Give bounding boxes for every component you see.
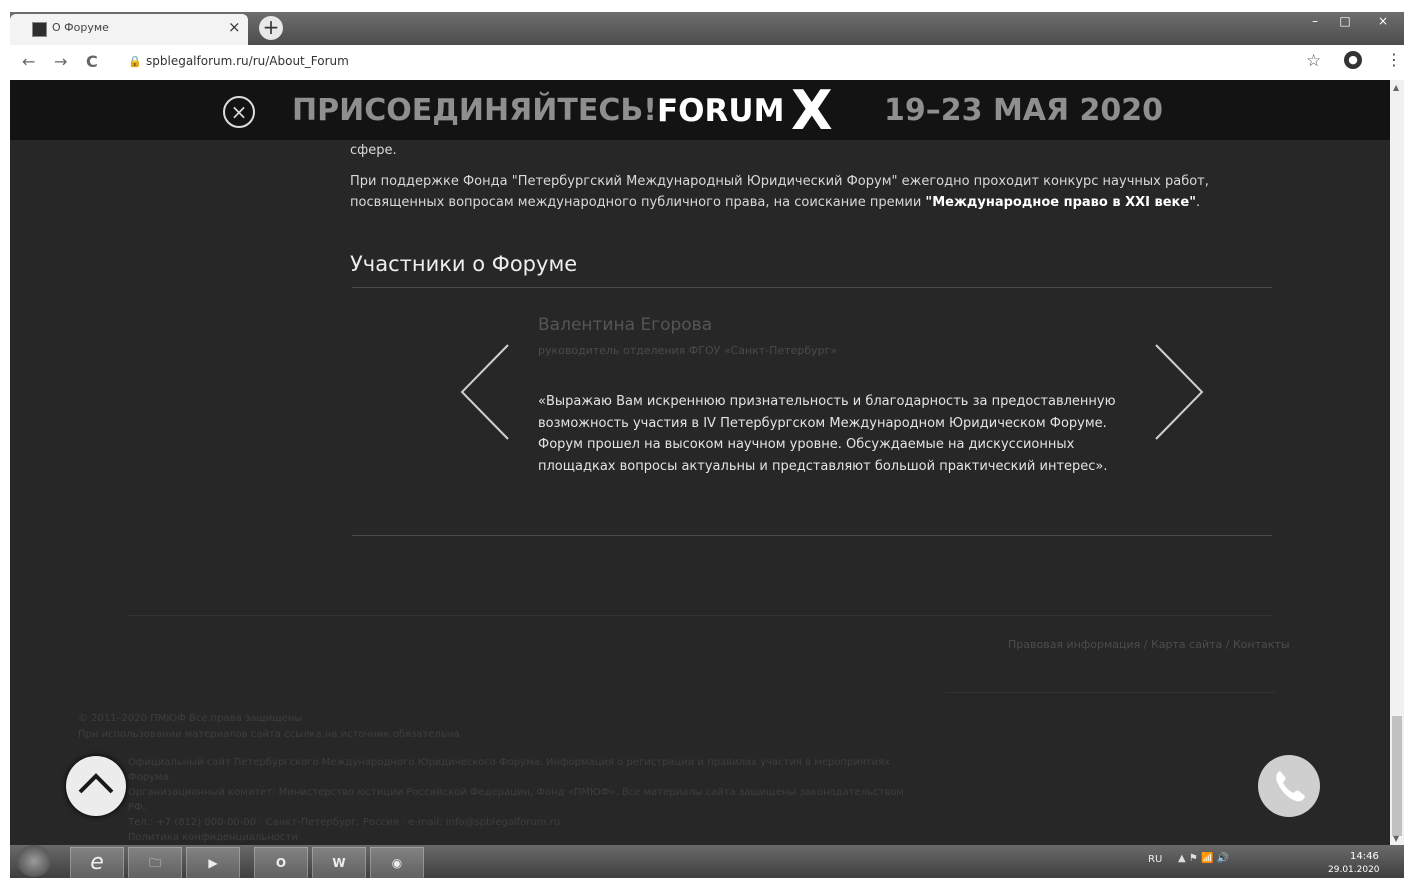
scrollbar-thumb[interactable] <box>1392 716 1402 836</box>
browser-tab[interactable]: О Форуме × <box>10 14 248 45</box>
promo-banner[interactable]: × ПРИСОЕДИНЯЙТЕСЬ! FORUM X 19–23 МАЯ 202… <box>10 80 1390 140</box>
testimonial-author: Валентина Егорова <box>538 315 713 335</box>
star-icon[interactable]: ☆ <box>1306 51 1321 71</box>
clock-date[interactable]: 29.01.2020 <box>1328 865 1380 875</box>
page-viewport: × ПРИСОЕДИНЯЙТЕСЬ! FORUM X 19–23 МАЯ 202… <box>10 80 1390 845</box>
os-taskbar: e 🗀 ▶ O W ◉ RU ▲ ⚑ 📶 🔊 14:46 29.01.2020 <box>10 845 1404 879</box>
taskbar-media-icon[interactable]: ▶ <box>186 847 240 879</box>
footer-legal-line: Организационный комитет: Министерство юс… <box>128 787 904 813</box>
banner-forum-text: FORUM <box>657 93 785 129</box>
taskbar-explorer-icon[interactable]: 🗀 <box>128 847 182 879</box>
testimonial-quote: «Выражаю Вам искреннюю признательность и… <box>538 394 1116 474</box>
chevron-up-icon <box>78 773 114 794</box>
footer-divider-short <box>945 692 1275 693</box>
footer-copyright: © 2011–2020 ПМЮФ Все права защищены <box>78 713 303 724</box>
call-button[interactable] <box>1258 755 1320 817</box>
section-divider <box>352 287 1272 288</box>
language-indicator[interactable]: RU <box>1148 854 1162 865</box>
footer-legal-line: Тел.: +7 (812) 000-00-00 · Санкт-Петербу… <box>128 817 561 828</box>
scroll-down-arrow-icon[interactable]: ▼ <box>1393 834 1399 843</box>
maximize-button[interactable]: □ <box>1330 12 1360 30</box>
paragraph-end: . <box>1195 195 1201 210</box>
forward-icon[interactable]: → <box>54 52 67 71</box>
banner-dates: 19–23 МАЯ 2020 <box>884 93 1164 128</box>
minimize-button[interactable]: – <box>1300 12 1330 30</box>
close-window-button[interactable]: × <box>1362 12 1404 30</box>
footer-legal-line: Официальный сайт Петербургского Междунар… <box>128 757 891 783</box>
testimonial-role: руководитель отделения ФГОУ «Санкт-Петер… <box>538 344 838 357</box>
footer-divider <box>128 615 1273 616</box>
banner-forum-x-logo: X <box>791 80 833 142</box>
tab-title: О Форуме <box>52 21 109 34</box>
address-bar[interactable]: spblegalforum.ru/ru/About_Forum <box>146 54 349 68</box>
phone-icon <box>1276 771 1305 802</box>
browser-toolbar: ← → C 🔒 spblegalforum.ru/ru/About_Forum … <box>10 45 1404 81</box>
taskbar-chrome-icon[interactable]: ◉ <box>370 847 424 879</box>
carousel-prev-arrow-icon[interactable] <box>458 343 514 441</box>
start-button[interactable] <box>17 845 51 877</box>
back-icon[interactable]: ← <box>22 52 35 71</box>
kebab-menu-icon[interactable]: ⋮ <box>1386 50 1402 69</box>
prize-name: "Международное право в XXI веке" <box>925 195 1196 210</box>
footer-note: При использовании материалов сайта ссылк… <box>78 729 460 740</box>
scroll-up-arrow-icon[interactable]: ▲ <box>1393 83 1399 92</box>
taskbar-outlook-icon[interactable]: O <box>254 847 308 879</box>
close-banner-icon[interactable]: × <box>223 96 255 128</box>
carousel-next-arrow-icon[interactable] <box>1150 343 1206 441</box>
reload-icon[interactable]: C <box>86 52 98 71</box>
clock-time[interactable]: 14:46 <box>1350 851 1379 862</box>
scroll-up-button[interactable] <box>66 756 126 816</box>
lock-icon: 🔒 <box>128 55 142 68</box>
footer-legal-line: Политика конфиденциальности <box>128 832 298 843</box>
new-tab-button[interactable]: + <box>259 16 283 40</box>
tab-close-icon[interactable]: × <box>228 18 241 36</box>
footer-legal: Официальный сайт Петербургского Междунар… <box>128 755 908 845</box>
banner-join-text: ПРИСОЕДИНЯЙТЕСЬ! <box>292 93 657 128</box>
favicon-icon <box>32 22 47 37</box>
account-icon[interactable]: ● <box>1344 51 1362 69</box>
testimonial-divider <box>352 535 1272 536</box>
section-title: Участники о Форуме <box>350 252 578 276</box>
window-controls: – □ × <box>1300 12 1404 32</box>
footer-links[interactable]: Правовая информация / Карта сайта / Конт… <box>1008 638 1290 651</box>
contest-paragraph: При поддержке Фонда "Петербургский Между… <box>350 171 1250 213</box>
taskbar-word-icon[interactable]: W <box>312 847 366 879</box>
paragraph-tail: сфере. <box>350 143 397 158</box>
taskbar-ie-icon[interactable]: e <box>70 847 124 879</box>
system-tray-icons[interactable]: ▲ ⚑ 📶 🔊 <box>1178 853 1229 864</box>
